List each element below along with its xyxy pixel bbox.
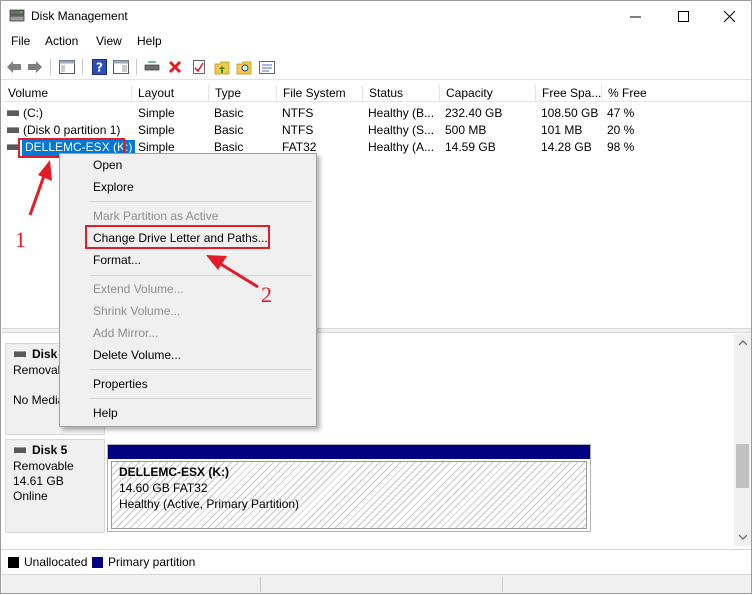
arrow-step-2 bbox=[206, 255, 259, 289]
arrow-step-1 bbox=[28, 160, 52, 216]
annotation-arrows bbox=[28, 160, 259, 289]
annotation-number-1: 1 bbox=[15, 227, 26, 252]
disk-management-window: Disk Management File Action View Help ? bbox=[0, 0, 752, 594]
annotation-number-2: 2 bbox=[261, 282, 272, 307]
